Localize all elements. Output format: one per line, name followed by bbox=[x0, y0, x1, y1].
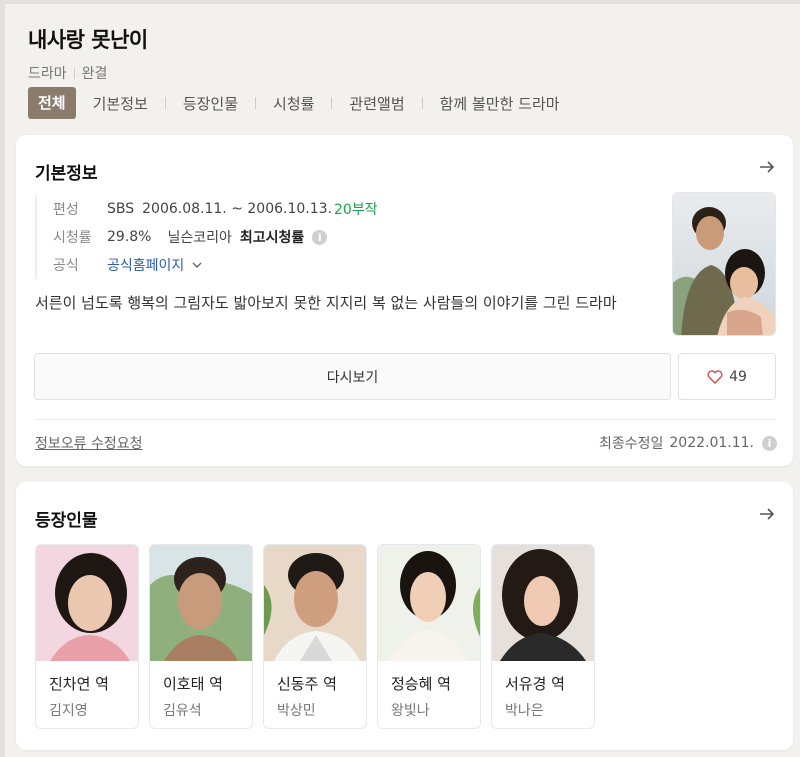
channel-link[interactable]: SBS bbox=[107, 201, 134, 217]
cast-actor: 박상민 bbox=[277, 703, 316, 719]
cast-item[interactable]: 서유경 역 박나은 bbox=[491, 544, 595, 729]
broadcast-dates: 2006.08.11. ~ 2006.10.13. bbox=[142, 201, 332, 217]
cast-photo bbox=[150, 545, 252, 661]
tab-albums[interactable]: 관련앨범 bbox=[349, 93, 404, 114]
cast-actor: 박나은 bbox=[505, 703, 544, 719]
info-icon[interactable]: i bbox=[762, 435, 777, 451]
rating-row: 시청률 29.8% 닐슨코리아 최고시청률 i bbox=[53, 223, 655, 251]
drama-meta: 드라마 완결 bbox=[28, 63, 788, 83]
cast-actor: 왕빛나 bbox=[391, 703, 430, 719]
genre-label: 드라마 bbox=[28, 66, 67, 82]
meta-divider bbox=[73, 67, 75, 79]
last-updated: 최종수정일 2022.01.11. i bbox=[599, 433, 777, 453]
cast-item[interactable]: 정승혜 역 왕빛나 bbox=[377, 544, 481, 729]
cast-role: 서유경 역 bbox=[505, 675, 565, 693]
cast-photo bbox=[492, 545, 594, 661]
like-button[interactable]: 49 bbox=[678, 353, 776, 400]
rating-source: 닐슨코리아 bbox=[167, 230, 232, 246]
drama-poster[interactable] bbox=[672, 192, 776, 336]
rating-value: 29.8% bbox=[107, 229, 152, 245]
cast-actor: 김유석 bbox=[163, 703, 202, 719]
cast-role: 이호태 역 bbox=[163, 675, 223, 693]
info-rows: 편성 SBS 2006.08.11. ~ 2006.10.13. 20부작 시청… bbox=[35, 195, 655, 279]
window-frame-left bbox=[0, 0, 5, 757]
page-title: 내사랑 못난이 bbox=[28, 28, 148, 52]
tab-ratings[interactable]: 시청률 bbox=[273, 93, 314, 114]
report-error-link[interactable]: 정보오류 수정요청 bbox=[35, 433, 143, 453]
basic-info-title: 기본정보 bbox=[35, 164, 98, 184]
chevron-down-icon[interactable] bbox=[190, 258, 204, 272]
arrow-right-icon[interactable] bbox=[757, 157, 777, 177]
broadcast-label: 편성 bbox=[53, 202, 79, 218]
updated-date: 2022.01.11. bbox=[669, 435, 754, 451]
cast-list: 진차연 역 김지영 이호태 역 김유석 신동주 역 박상민 정승혜 역 왕빛나 … bbox=[35, 544, 595, 729]
tab-basic-info[interactable]: 기본정보 bbox=[93, 93, 148, 114]
tab-recommended[interactable]: 함께 볼만한 드라마 bbox=[440, 93, 560, 114]
info-block: 편성 SBS 2006.08.11. ~ 2006.10.13. 20부작 시청… bbox=[35, 195, 655, 315]
status-label: 완결 bbox=[81, 66, 108, 82]
tab-cast[interactable]: 등장인물 bbox=[183, 93, 238, 114]
official-label: 공식 bbox=[53, 258, 79, 274]
tab-divider bbox=[421, 97, 423, 109]
cast-card-section: 등장인물 진차연 역 김지영 이호태 역 김유석 신동주 역 박상민 정승혜 역… bbox=[16, 482, 793, 750]
like-count: 49 bbox=[729, 368, 747, 385]
episode-count: 20부작 bbox=[334, 202, 378, 218]
rating-label: 시청률 bbox=[53, 230, 92, 246]
cast-item[interactable]: 이호태 역 김유석 bbox=[149, 544, 253, 729]
card-divider bbox=[34, 419, 776, 420]
official-row: 공식 공식홈페이지 bbox=[53, 251, 655, 279]
heart-icon bbox=[707, 369, 723, 384]
arrow-right-icon[interactable] bbox=[757, 504, 777, 524]
cast-role: 신동주 역 bbox=[277, 675, 337, 693]
drama-description: 서른이 넘도록 행복의 그림자도 밟아보지 못한 지지리 복 없는 사람들의 이… bbox=[35, 294, 617, 312]
cast-photo bbox=[36, 545, 138, 661]
broadcast-row: 편성 SBS 2006.08.11. ~ 2006.10.13. 20부작 bbox=[53, 195, 655, 223]
tab-divider bbox=[164, 97, 166, 109]
window-frame-top bbox=[0, 0, 800, 4]
tab-bar: 전체 기본정보 등장인물 시청률 관련앨범 함께 볼만한 드라마 bbox=[28, 87, 560, 119]
official-homepage-link[interactable]: 공식홈페이지 bbox=[107, 255, 184, 275]
cast-role: 정승혜 역 bbox=[391, 675, 451, 693]
rating-type: 최고시청률 bbox=[239, 230, 305, 246]
tab-all[interactable]: 전체 bbox=[28, 87, 76, 119]
cast-title: 등장인물 bbox=[35, 511, 98, 531]
cast-item[interactable]: 신동주 역 박상민 bbox=[263, 544, 367, 729]
updated-label: 최종수정일 bbox=[598, 436, 664, 452]
cast-photo bbox=[378, 545, 480, 661]
tab-divider bbox=[331, 97, 333, 109]
replay-button[interactable]: 다시보기 bbox=[34, 353, 671, 400]
cast-actor: 김지영 bbox=[49, 703, 88, 719]
cast-photo bbox=[264, 545, 366, 661]
tab-divider bbox=[255, 97, 257, 109]
basic-info-card: 기본정보 편성 SBS 2006.08.11. ~ 2006.10.13. 20… bbox=[16, 135, 793, 466]
cast-item[interactable]: 진차연 역 김지영 bbox=[35, 544, 139, 729]
info-icon[interactable]: i bbox=[312, 229, 328, 245]
page-header: 내사랑 못난이 드라마 완결 bbox=[28, 24, 788, 83]
cast-role: 진차연 역 bbox=[49, 675, 109, 693]
